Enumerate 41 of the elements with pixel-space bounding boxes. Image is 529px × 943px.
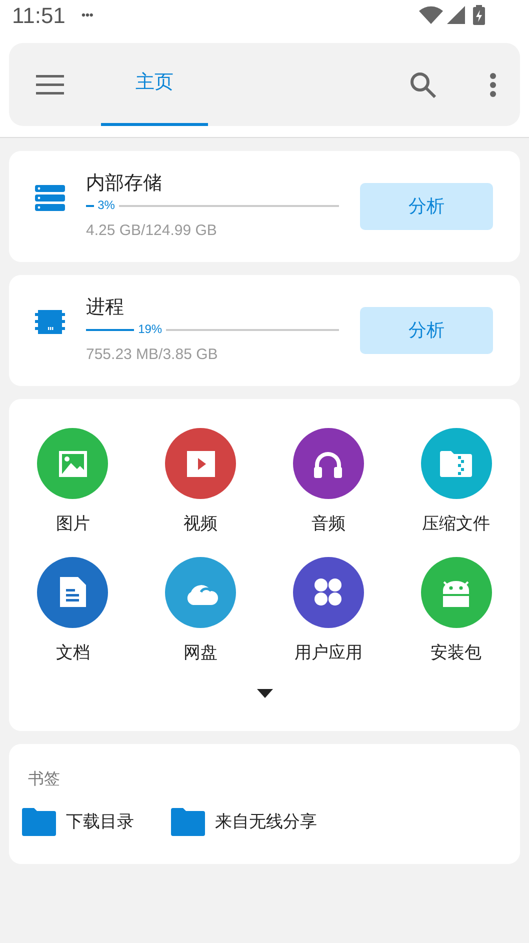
zip-folder-icon [439, 450, 474, 478]
bookmark-item[interactable]: 下载目录 [22, 808, 134, 836]
signal-icon [447, 6, 465, 24]
bookmarks-title: 书签 [28, 770, 61, 790]
chip-icon [35, 310, 65, 334]
wifi-icon [419, 6, 443, 24]
more-icon[interactable] [489, 72, 497, 96]
expand-caret-icon[interactable] [256, 689, 272, 698]
category-item[interactable]: 文档 [9, 556, 137, 665]
category-label: 网盘 [184, 642, 218, 664]
notification-dots: ••• [81, 7, 94, 24]
category-item[interactable]: 音频 [264, 428, 392, 536]
category-label: 安装包 [430, 642, 482, 664]
category-item[interactable]: 压缩文件 [392, 428, 520, 536]
card-title: 内部存储 [86, 172, 163, 196]
category-label: 压缩文件 [422, 513, 490, 535]
category-label: 视频 [184, 513, 218, 535]
menu-icon[interactable] [36, 74, 64, 94]
folder-icon [22, 808, 56, 836]
search-icon[interactable] [410, 72, 436, 98]
category-item[interactable]: 网盘 [136, 556, 264, 665]
four-circles-icon [313, 577, 344, 607]
usage-text: 4.25 GB/124.99 GB [86, 220, 218, 241]
bookmark-item[interactable]: 来自无线分享 [171, 808, 317, 836]
play-icon [186, 450, 216, 478]
image-icon [58, 450, 88, 478]
category-item[interactable]: 图片 [9, 428, 137, 536]
server-icon [35, 184, 65, 210]
category-item[interactable]: 用户应用 [264, 556, 392, 665]
category-item[interactable]: 视频 [136, 428, 264, 536]
category-label: 图片 [56, 513, 90, 535]
status-time: 11:51 [12, 2, 66, 30]
category-label: 文档 [56, 642, 90, 664]
battery-icon [473, 5, 485, 25]
category-label: 用户应用 [294, 642, 362, 664]
document-icon [58, 576, 87, 608]
category-label: 音频 [311, 513, 346, 535]
category-item[interactable]: 安装包 [392, 556, 520, 665]
card-title: 进程 [86, 296, 125, 320]
usage-text: 755.23 MB/3.85 GB [86, 344, 219, 365]
folder-icon [171, 808, 205, 836]
